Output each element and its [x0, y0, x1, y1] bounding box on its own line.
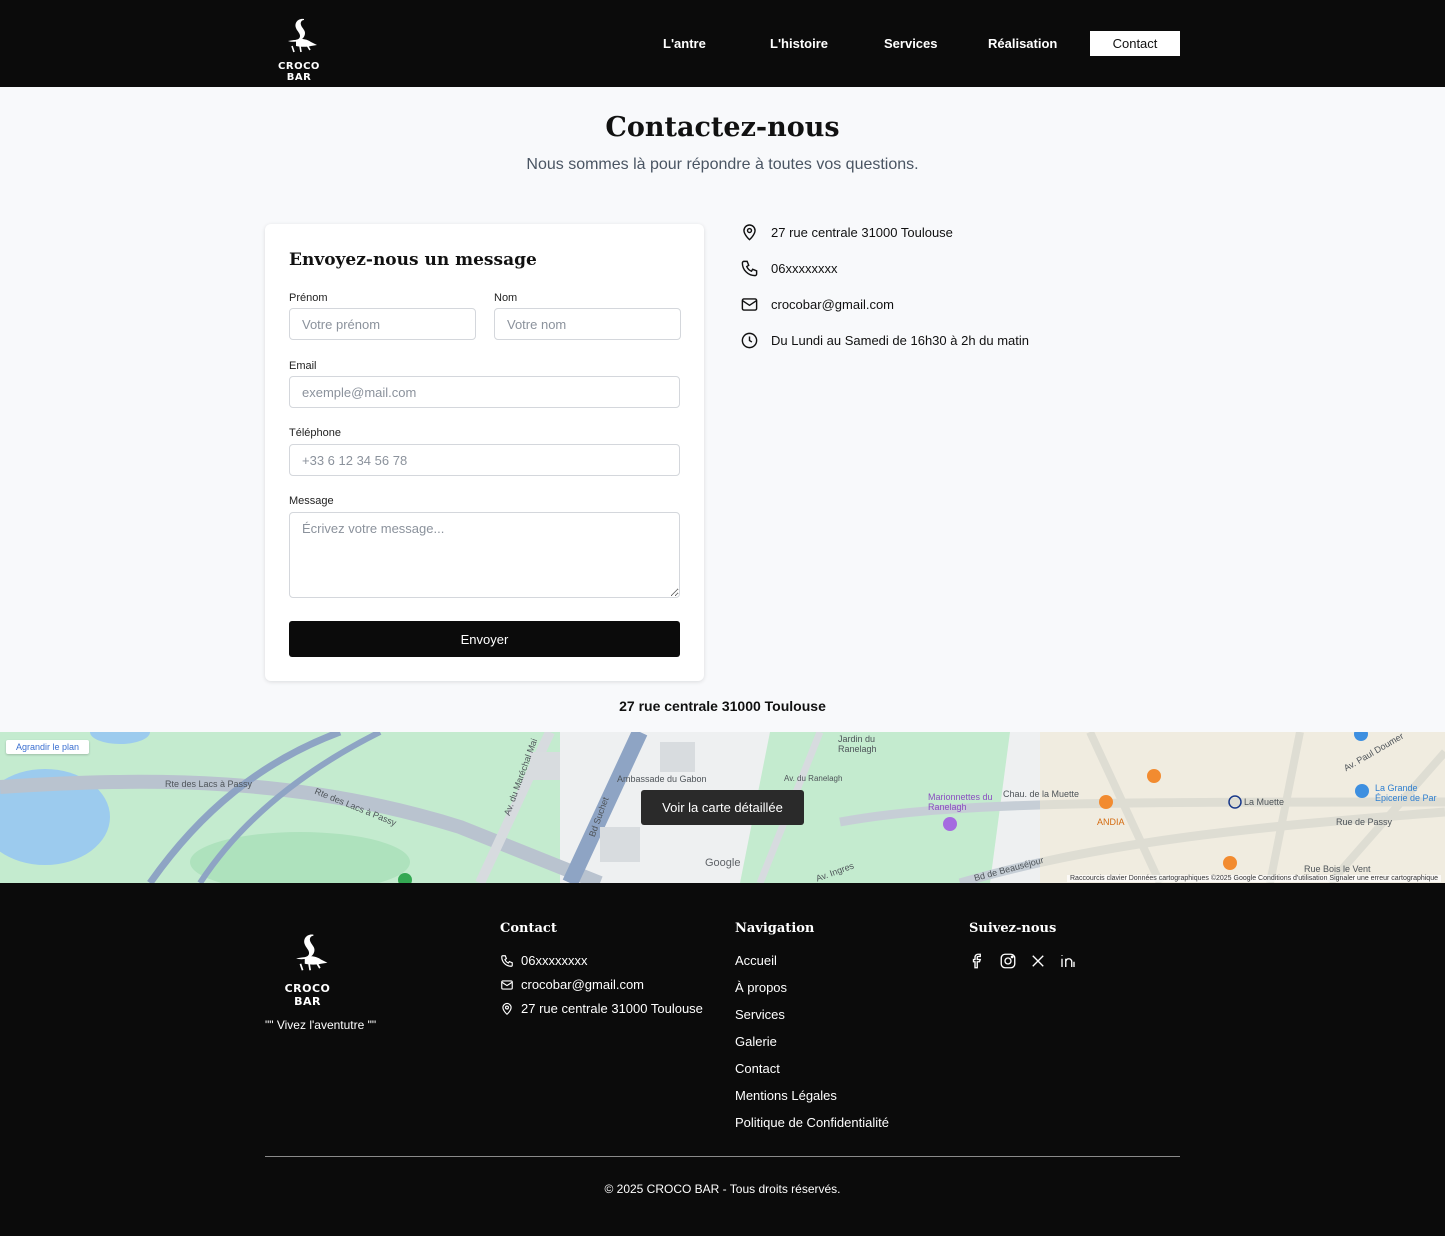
- map-caption: 27 rue centrale 31000 Toulouse: [619, 698, 826, 714]
- info-phone: 06xxxxxxxx: [740, 259, 837, 278]
- email-label: Email: [289, 360, 317, 372]
- map-label-jardin: Jardin du Ranelagh: [838, 734, 877, 754]
- linkedin-icon[interactable]: [1059, 952, 1077, 970]
- footer-link-contact[interactable]: Contact: [735, 1061, 780, 1076]
- footer-brand: CROCO BAR: [284, 982, 331, 1008]
- last-name-input[interactable]: [494, 308, 681, 340]
- footer-phone[interactable]: 06xxxxxxxx: [500, 953, 587, 968]
- x-icon[interactable]: [1029, 952, 1047, 970]
- footer-logo[interactable]: CROCO BAR: [275, 929, 340, 1008]
- footer-phone-text: 06xxxxxxxx: [521, 953, 588, 968]
- phone-icon: [741, 260, 758, 277]
- footer-tagline: "" Vivez l'aventutre "": [265, 1018, 377, 1032]
- detailed-map-button[interactable]: Voir la carte détaillée: [641, 790, 804, 825]
- phone-icon: [501, 954, 513, 967]
- send-button[interactable]: Envoyer: [289, 621, 680, 657]
- page-subtitle: Nous sommes là pour répondre à toutes vo…: [526, 156, 919, 173]
- map-attribution[interactable]: Raccourcis clavier Données cartographiqu…: [1067, 875, 1441, 882]
- instagram-icon[interactable]: [999, 952, 1017, 970]
- last-name-label: Nom: [494, 292, 518, 304]
- mail-icon: [741, 298, 758, 311]
- footer-address: 27 rue centrale 31000 Toulouse: [500, 1001, 703, 1016]
- first-name-input[interactable]: [289, 308, 476, 340]
- nav-services[interactable]: Services: [884, 31, 938, 56]
- footer-social-title: Suivez-nous: [969, 921, 1057, 936]
- info-hours-text: Du Lundi au Samedi de 16h30 à 2h du mati…: [771, 333, 1030, 348]
- nav-lhistoire[interactable]: L'histoire: [770, 31, 828, 56]
- enlarge-map-button[interactable]: Agrandir le plan: [6, 740, 90, 754]
- site-footer: CROCO BAR "" Vivez l'aventutre "" Contac…: [0, 883, 1445, 1236]
- footer-contact-title: Contact: [500, 921, 557, 936]
- message-label: Message: [289, 495, 334, 507]
- map-label-rue-passy: Rue de Passy: [1336, 817, 1393, 827]
- social-links: [969, 952, 1089, 970]
- clock-icon: [741, 332, 758, 349]
- map-label-andia: ANDIA: [1097, 817, 1125, 827]
- footer-link-confidentialite[interactable]: Politique de Confidentialité: [735, 1115, 889, 1130]
- map-label-bois-vent: Rue Bois le Vent: [1304, 864, 1371, 874]
- footer-link-galerie[interactable]: Galerie: [735, 1034, 777, 1049]
- nav-contact[interactable]: Contact: [1090, 31, 1180, 56]
- map-label-grande-epicerie: La Grande Épicerie de Par: [1375, 783, 1437, 803]
- email-input[interactable]: [289, 376, 680, 408]
- footer-link-mentions-legales[interactable]: Mentions Légales: [735, 1088, 837, 1103]
- nav-realisation[interactable]: Réalisation: [988, 31, 1057, 56]
- info-email: crocobar@gmail.com: [740, 295, 894, 314]
- footer-link-a-propos[interactable]: À propos: [735, 980, 787, 995]
- map-label-gabon: Ambassade du Gabon: [617, 774, 707, 784]
- mail-icon: [501, 979, 513, 990]
- phone-label: Téléphone: [289, 427, 341, 439]
- message-textarea[interactable]: [289, 512, 680, 598]
- info-hours: Du Lundi au Samedi de 16h30 à 2h du mati…: [740, 331, 1029, 350]
- location-pin-icon: [743, 224, 756, 241]
- google-logo: Google: [705, 857, 741, 869]
- footer-link-services[interactable]: Services: [735, 1007, 785, 1022]
- footer-copyright: © 2025 CROCO BAR - Tous droits réservés.: [604, 1182, 841, 1196]
- phone-input[interactable]: [289, 444, 680, 476]
- nav-lantre[interactable]: L'antre: [663, 31, 706, 56]
- location-pin-icon: [502, 1002, 512, 1015]
- footer-email-text: crocobar@gmail.com: [521, 977, 645, 992]
- first-name-label: Prénom: [289, 292, 328, 304]
- info-address-text: 27 rue centrale 31000 Toulouse: [771, 225, 953, 240]
- map-label-ranelagh-av: Av. du Ranelagh: [784, 774, 843, 783]
- page-title: Contactez-nous: [605, 112, 840, 143]
- site-header: CROCO BAR L'antre L'histoire Services Ré…: [0, 0, 1445, 87]
- crocodile-logo-icon: [288, 18, 317, 53]
- footer-link-accueil[interactable]: Accueil: [735, 953, 777, 968]
- info-address: 27 rue centrale 31000 Toulouse: [740, 223, 953, 242]
- info-email-text[interactable]: crocobar@gmail.com: [771, 297, 894, 312]
- map-label-muette-chau: Chau. de la Muette: [1003, 789, 1080, 799]
- crocodile-logo-icon: [295, 934, 327, 971]
- form-title: Envoyez-nous un message: [289, 250, 537, 270]
- header-brand: CROCO BAR: [278, 61, 320, 83]
- contact-form: Envoyez-nous un message Prénom Nom Email…: [265, 224, 704, 681]
- footer-address-text: 27 rue centrale 31000 Toulouse: [521, 1001, 703, 1016]
- map-label-marionnettes: Marionnettes du Ranelagh: [928, 792, 993, 812]
- map-label-rte-lacs-1: Rte des Lacs à Passy: [165, 779, 253, 789]
- footer-email[interactable]: crocobar@gmail.com: [500, 977, 644, 992]
- header-logo[interactable]: CROCO BAR: [270, 16, 328, 83]
- embedded-map[interactable]: Rte des Lacs à Passy Rte des Lacs à Pass…: [0, 732, 1445, 883]
- facebook-icon[interactable]: [969, 952, 987, 970]
- footer-divider: [265, 1156, 1180, 1157]
- info-phone-text[interactable]: 06xxxxxxxx: [771, 261, 837, 276]
- map-label-la-muette: La Muette: [1244, 797, 1285, 807]
- footer-nav-title: Navigation: [735, 921, 815, 936]
